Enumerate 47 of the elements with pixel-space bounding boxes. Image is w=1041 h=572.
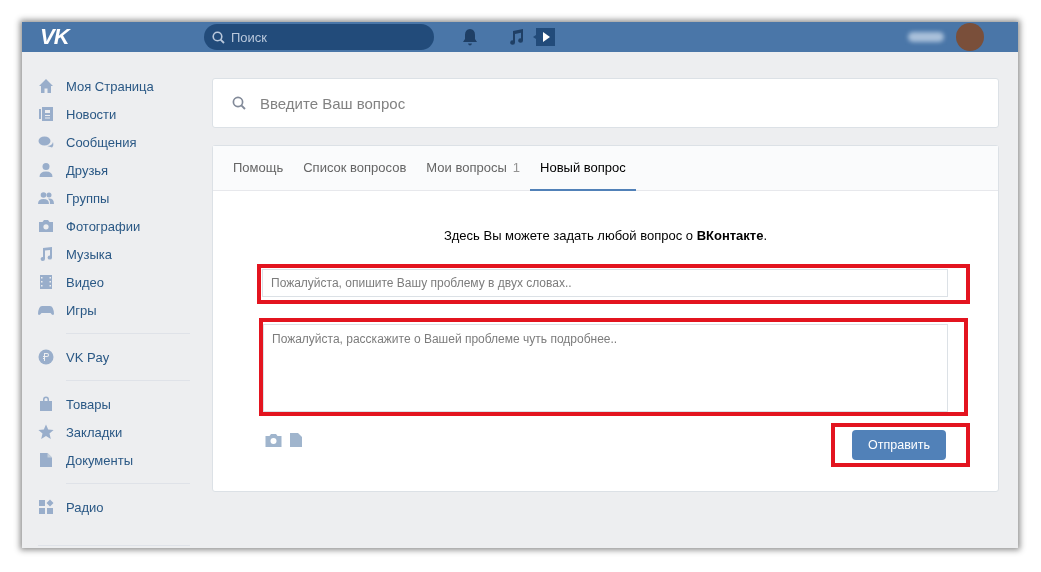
sidebar-item[interactable]: Радио: [30, 493, 198, 521]
tab[interactable]: Новый вопрос: [530, 146, 636, 191]
sidebar-item[interactable]: VK Pay: [30, 343, 198, 371]
search-field[interactable]: Поиск: [204, 24, 434, 50]
users-icon: [38, 190, 54, 206]
doc-icon: [38, 452, 54, 468]
send-button[interactable]: Отправить: [852, 430, 946, 460]
sidebar-item[interactable]: Документы: [30, 446, 198, 474]
sidebar-item[interactable]: Музыка: [30, 240, 198, 268]
home-icon: [38, 78, 54, 94]
grid-icon: [38, 499, 54, 515]
intro-text: Здесь Вы можете задать любой вопрос о ВКонтакте.: [442, 228, 769, 243]
camera-icon: [38, 218, 54, 234]
tab[interactable]: Список вопросов: [293, 146, 417, 191]
news-icon: [38, 106, 54, 122]
sidebar-item[interactable]: Новости: [30, 100, 198, 128]
sidebar-item[interactable]: Товары: [30, 390, 198, 418]
chat-icon: [38, 134, 54, 150]
star-icon: [38, 424, 54, 440]
blurred-name: [908, 32, 944, 42]
user-icon: [38, 162, 54, 178]
title-field[interactable]: Пожалуйста, опишите Вашу проблему в двух словах..: [262, 269, 948, 297]
sidebar-item[interactable]: Сообщения: [30, 128, 198, 156]
sidebar-item[interactable]: Фотографии: [30, 212, 198, 240]
search-icon: [232, 96, 246, 110]
avatar[interactable]: [956, 23, 984, 51]
play-icon[interactable]: [532, 27, 556, 47]
note-icon: [38, 246, 54, 262]
music-icon[interactable]: [508, 28, 524, 46]
tab[interactable]: Мои вопросы 1: [416, 146, 530, 191]
bell-icon[interactable]: [462, 28, 478, 46]
sidebar-item[interactable]: Закладки: [30, 418, 198, 446]
film-icon: [38, 274, 54, 290]
sidebar-item[interactable]: Игры: [30, 296, 198, 324]
ruble-icon: [38, 349, 54, 365]
sidebar-item[interactable]: Моя Страница: [30, 72, 198, 100]
camera-icon[interactable]: [265, 433, 282, 447]
sidebar-item[interactable]: Видео: [30, 268, 198, 296]
sidebar-item[interactable]: Друзья: [30, 156, 198, 184]
bag-icon: [38, 396, 54, 412]
tab[interactable]: Помощь: [223, 146, 294, 191]
details-field[interactable]: Пожалуйста, расскажите о Вашей проблеме чуть подробнее..: [263, 324, 948, 412]
search-icon: [212, 31, 225, 44]
document-icon[interactable]: [290, 433, 302, 447]
logo[interactable]: VK: [40, 24, 204, 50]
sidebar-item[interactable]: Группы: [30, 184, 198, 212]
question-search-field[interactable]: Введите Ваш вопрос: [212, 78, 999, 128]
